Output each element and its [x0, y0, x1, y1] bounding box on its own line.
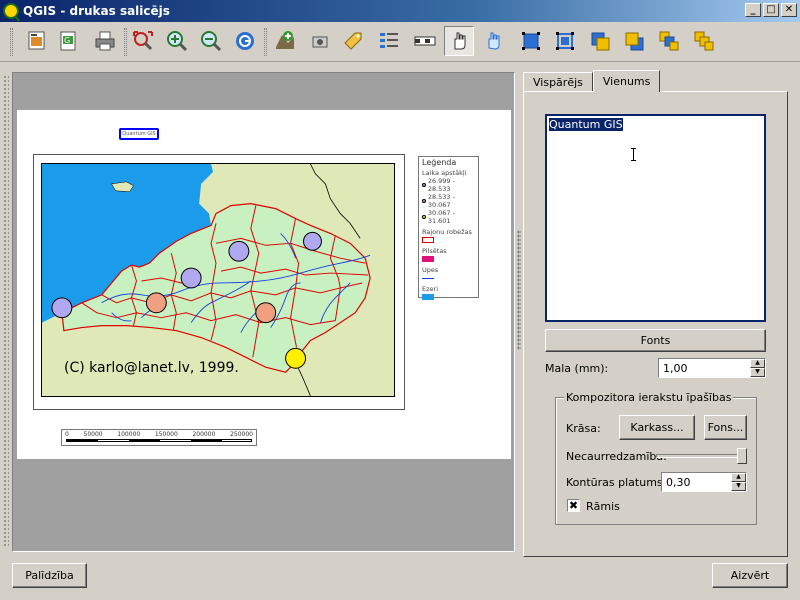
title-bar: QGIS - drukas salicējs _ □ ✕: [0, 0, 800, 22]
legend-layer-districts: Rajonu robežas: [422, 228, 472, 236]
legend-range-row: 26.999 - 28.533: [422, 177, 475, 193]
move-to-bottom-icon[interactable]: [689, 26, 719, 56]
tab-general[interactable]: Vispārējs: [523, 72, 593, 92]
pan-icon[interactable]: [480, 26, 510, 56]
frame-checkbox[interactable]: ✖: [567, 499, 580, 512]
legend-layer-lakes: Ezeri: [422, 285, 438, 293]
composer-legend-item[interactable]: Leģenda Laika apstākļi 26.999 - 28.533 2…: [418, 156, 479, 300]
properties-tabs: Vispārējs Vienums: [523, 70, 661, 92]
qgis-logo-icon: [3, 3, 19, 19]
fonts-button[interactable]: Fonts: [545, 329, 766, 352]
zoom-full-icon[interactable]: [128, 26, 158, 56]
range3-symbol-icon: [422, 215, 426, 219]
outline-width-value: 0,30: [666, 475, 691, 489]
tab-item[interactable]: Vienums: [592, 70, 661, 92]
legend-layer-weather: Laika apstākļi: [422, 169, 467, 177]
spin-up-icon[interactable]: ▲: [731, 473, 746, 482]
print-icon[interactable]: [90, 26, 120, 56]
spin-up-icon[interactable]: ▲: [750, 359, 765, 368]
spin-down-icon[interactable]: ▼: [731, 482, 746, 491]
ungroup-icon[interactable]: [550, 26, 580, 56]
group-icon[interactable]: [516, 26, 546, 56]
legend-layer-cities: Pilsētas: [422, 247, 447, 255]
frame-checkbox-label: Rāmis: [586, 500, 620, 513]
legend-layer-rivers: Upes: [422, 266, 439, 274]
legend-range1: 26.999 - 28.533: [427, 177, 455, 193]
label-text-editor[interactable]: Quantum GIS: [545, 114, 766, 322]
rivers-symbol-icon: [422, 278, 434, 279]
opacity-label: Necaurredzamība:: [566, 450, 667, 463]
scale-tick: 100000: [117, 431, 141, 438]
spin-down-icon[interactable]: ▼: [750, 368, 765, 377]
dock-grip[interactable]: [3, 75, 9, 547]
cities-symbol-icon: [422, 256, 434, 262]
fill-color-button[interactable]: Fons...: [704, 415, 747, 440]
add-label-icon[interactable]: [338, 26, 368, 56]
lakes-symbol-icon: [422, 294, 434, 300]
margin-spinbox[interactable]: 1,00 ▲ ▼: [658, 358, 766, 378]
opacity-slider-handle[interactable]: [737, 448, 747, 464]
zoom-in-icon[interactable]: [162, 26, 192, 56]
map-view: (C) karlo@lanet.lv, 1999.: [41, 163, 395, 397]
add-vector-legend-icon[interactable]: [270, 26, 300, 56]
move-to-top-icon[interactable]: [654, 26, 684, 56]
composer-label-item[interactable]: Quantum GIS: [119, 128, 159, 140]
legend-range3: 30.067 - 31.601: [427, 209, 455, 225]
svg-text:G: G: [64, 36, 70, 45]
close-button[interactable]: Aizvērt: [712, 563, 788, 588]
scale-tick: 200000: [192, 431, 216, 438]
text-cursor-icon: [631, 148, 636, 161]
legend-range-row: 28.533 - 30.067: [422, 193, 475, 209]
legend-range2: 28.533 - 30.067: [427, 193, 455, 209]
minimize-button[interactable]: _: [745, 3, 761, 17]
close-window-button[interactable]: ✕: [781, 3, 797, 17]
scale-bar-graphic: [66, 439, 252, 442]
composer-map-item[interactable]: (C) karlo@lanet.lv, 1999.: [33, 154, 405, 410]
window-title: QGIS - drukas salicējs: [23, 4, 170, 18]
composer-scalebar-item[interactable]: 0 50000 100000 150000 200000 250000: [61, 429, 257, 446]
item-properties-panel: Quantum GIS Fonts Mala (mm): 1,00 ▲ ▼ Kom…: [523, 91, 788, 557]
outline-width-spinbox[interactable]: 0,30 ▲ ▼: [661, 472, 747, 492]
scale-tick: 50000: [83, 431, 103, 438]
toolbar-grip[interactable]: [10, 28, 13, 56]
range2-symbol-icon: [422, 199, 426, 203]
select-move-icon[interactable]: [444, 26, 474, 56]
margin-label: Mala (mm):: [545, 362, 609, 375]
legend-range-row: 30.067 - 31.601: [422, 209, 475, 225]
lower-icon[interactable]: [619, 26, 649, 56]
label-text-selection: Quantum GIS: [549, 118, 623, 131]
paper-page[interactable]: Quantum GIS (C) karlo@lanet.lv, 1999. Le…: [17, 110, 511, 459]
maximize-button[interactable]: □: [763, 3, 779, 17]
districts-symbol-icon: [422, 237, 434, 243]
group-title: Kompozitora ierakstu īpašības: [564, 391, 734, 404]
composer-item-properties-group: Kompozitora ierakstu īpašības Krāsa: Kar…: [555, 391, 757, 525]
add-scalebar-icon[interactable]: [410, 26, 440, 56]
add-text-icon[interactable]: G: [53, 26, 83, 56]
legend-title: Leģenda: [422, 158, 457, 167]
refresh-icon[interactable]: [230, 26, 260, 56]
opacity-slider[interactable]: [656, 454, 746, 458]
color-label: Krāsa:: [566, 422, 601, 435]
range1-symbol-icon: [422, 183, 426, 187]
copyright-text: (C) karlo@lanet.lv, 1999.: [64, 360, 239, 376]
raise-icon[interactable]: [585, 26, 615, 56]
splitter-handle[interactable]: [517, 230, 521, 350]
add-legend-icon[interactable]: [374, 26, 404, 56]
scale-tick: 250000: [230, 431, 253, 438]
help-button[interactable]: Palīdzība: [12, 563, 87, 588]
outline-width-label: Kontūras platums: [566, 476, 663, 489]
add-map-icon[interactable]: [22, 26, 52, 56]
zoom-out-icon[interactable]: [196, 26, 226, 56]
composer-canvas[interactable]: Quantum GIS (C) karlo@lanet.lv, 1999. Le…: [12, 72, 515, 552]
scale-tick: 150000: [154, 431, 178, 438]
frame-color-button[interactable]: Karkass...: [619, 415, 695, 440]
toolbar-separator: [124, 28, 127, 56]
composer-toolbar: G: [0, 22, 800, 62]
margin-value: 1,00: [663, 361, 688, 375]
scale-tick: 0: [65, 431, 69, 438]
toolbar-separator: [264, 28, 267, 56]
add-image-icon[interactable]: [305, 26, 335, 56]
